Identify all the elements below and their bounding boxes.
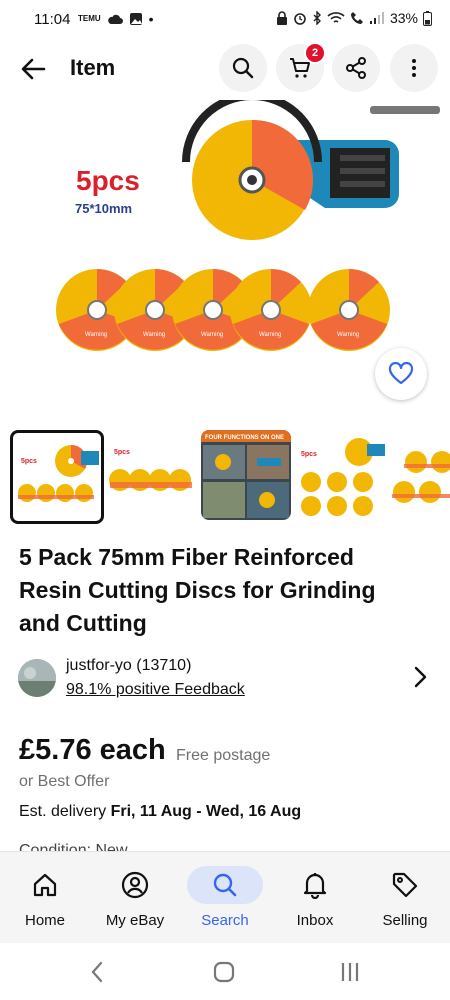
cart-count-badge: 2 — [304, 42, 326, 64]
nav-search-label: Search — [201, 912, 249, 929]
thumbnail-image: FOUR FUNCTIONS ON ONE — [201, 430, 291, 518]
nav-home[interactable]: Home — [0, 852, 90, 944]
bluetooth-icon — [313, 11, 321, 25]
svg-text:5pcs: 5pcs — [114, 449, 130, 456]
thumbnail-image: 5pcs — [109, 449, 192, 491]
product-title: 5 Pack 75mm Fiber Reinforced Resin Cutti… — [19, 544, 376, 636]
item-price: £5.76 each — [19, 734, 166, 766]
status-left-icons: TEMU • — [78, 11, 154, 27]
nav-selling[interactable]: Selling — [360, 852, 450, 944]
status-time: 11:04 — [34, 11, 71, 28]
disc-row: Warning Warning Warning Warning Warning — [56, 268, 390, 351]
pack-label: 5pcs — [76, 165, 140, 196]
svg-text:5pcs: 5pcs — [301, 451, 317, 458]
tag-icon — [392, 872, 418, 898]
nav-my-ebay[interactable]: My eBay — [90, 852, 180, 944]
app-bar: Item 2 — [0, 38, 450, 100]
best-offer-label: or Best Offer — [19, 773, 110, 790]
signal-icon — [369, 12, 384, 24]
postage-label: Free postage — [176, 747, 271, 764]
svg-text:Warning: Warning — [143, 332, 165, 338]
svg-text:Warning: Warning — [337, 332, 359, 338]
nav-inbox[interactable]: Inbox — [270, 852, 360, 944]
search-icon — [232, 57, 254, 79]
thumbnail-image: 5pcs — [301, 438, 385, 516]
more-vertical-icon — [412, 59, 416, 77]
alarm-icon — [294, 13, 306, 25]
thumbnail-1[interactable]: 5pcs — [10, 430, 104, 524]
battery-icon — [423, 10, 432, 26]
nav-inbox-icon-wrap — [277, 866, 353, 904]
size-label: 75*10mm — [75, 201, 132, 216]
lock-icon — [276, 11, 287, 25]
nav-myebay-icon-wrap — [97, 866, 173, 904]
chevron-right-icon — [414, 666, 427, 688]
status-right-icons: 33% — [276, 10, 432, 26]
thumbnail-strip: 5pcs 5pcs FOUR FUNCTIONS ON ONE 5pcs — [0, 430, 450, 525]
seller-feedback-link[interactable]: 98.1% positive Feedback — [66, 681, 245, 699]
seller-name: justfor-yo (13710) — [66, 657, 192, 674]
disc-4: Warning — [230, 268, 312, 351]
nav-home-icon-wrap — [7, 866, 83, 904]
thumbnail-image: 5pcs — [18, 444, 99, 502]
svg-text:5pcs: 5pcs — [21, 458, 37, 465]
system-recents-icon[interactable] — [340, 961, 360, 983]
estimated-delivery: Est. delivery Fri, 11 Aug - Wed, 16 Aug — [19, 803, 301, 821]
share-icon — [346, 57, 366, 79]
thumbnail-5[interactable] — [390, 430, 450, 520]
page-title: Item — [70, 55, 116, 80]
seller-row[interactable]: justfor-yo (13710) 98.1% positive Feedba… — [18, 655, 438, 705]
svg-text:FOUR FUNCTIONS ON ONE: FOUR FUNCTIONS ON ONE — [205, 435, 284, 441]
bottom-navigation: Home My eBay Search Inbox Selling — [0, 851, 450, 944]
cart-button[interactable]: 2 — [276, 42, 326, 92]
disc-5: Warning — [308, 268, 390, 351]
user-icon — [121, 871, 149, 899]
svg-text:Warning: Warning — [201, 332, 223, 338]
nav-selling-label: Selling — [382, 912, 428, 929]
call-icon — [350, 12, 363, 24]
system-home-icon[interactable] — [213, 961, 235, 983]
gallery-icon — [129, 13, 142, 25]
watch-button[interactable] — [375, 348, 427, 400]
cloud-icon — [107, 14, 123, 24]
wifi-icon — [327, 12, 345, 23]
more-options-button[interactable] — [390, 44, 438, 92]
system-navigation-bar — [0, 943, 450, 1000]
svg-text:Warning: Warning — [85, 332, 107, 338]
delivery-dates: Fri, 11 Aug - Wed, 16 Aug — [110, 803, 302, 820]
nav-home-label: Home — [24, 912, 65, 929]
heart-icon — [388, 362, 414, 385]
home-icon — [33, 873, 57, 897]
nav-search-icon-wrap — [187, 866, 263, 904]
delivery-label: Est. delivery — [19, 803, 107, 820]
nav-search[interactable]: Search — [180, 852, 270, 944]
dot-icon: • — [148, 11, 154, 27]
search-icon — [213, 873, 237, 897]
thumbnail-2[interactable]: 5pcs — [108, 430, 198, 520]
nav-selling-icon-wrap — [367, 866, 443, 904]
nav-my-ebay-label: My eBay — [105, 912, 165, 929]
temu-notification-icon: TEMU — [78, 14, 101, 23]
status-bar: 11:04 TEMU • 33% — [0, 0, 450, 38]
search-button[interactable] — [219, 44, 267, 92]
bell-icon — [303, 873, 327, 899]
thumbnail-3[interactable]: FOUR FUNCTIONS ON ONE — [201, 430, 291, 520]
share-button[interactable] — [332, 44, 380, 92]
image-indicator — [370, 106, 440, 114]
system-back-icon[interactable] — [90, 961, 104, 983]
nav-inbox-label: Inbox — [296, 912, 334, 929]
seller-avatar — [18, 659, 56, 697]
battery-percent: 33% — [389, 10, 418, 26]
back-arrow-icon[interactable] — [18, 54, 48, 84]
thumbnail-image — [392, 451, 450, 503]
svg-text:Warning: Warning — [259, 332, 281, 338]
thumbnail-4[interactable]: 5pcs — [297, 430, 387, 520]
